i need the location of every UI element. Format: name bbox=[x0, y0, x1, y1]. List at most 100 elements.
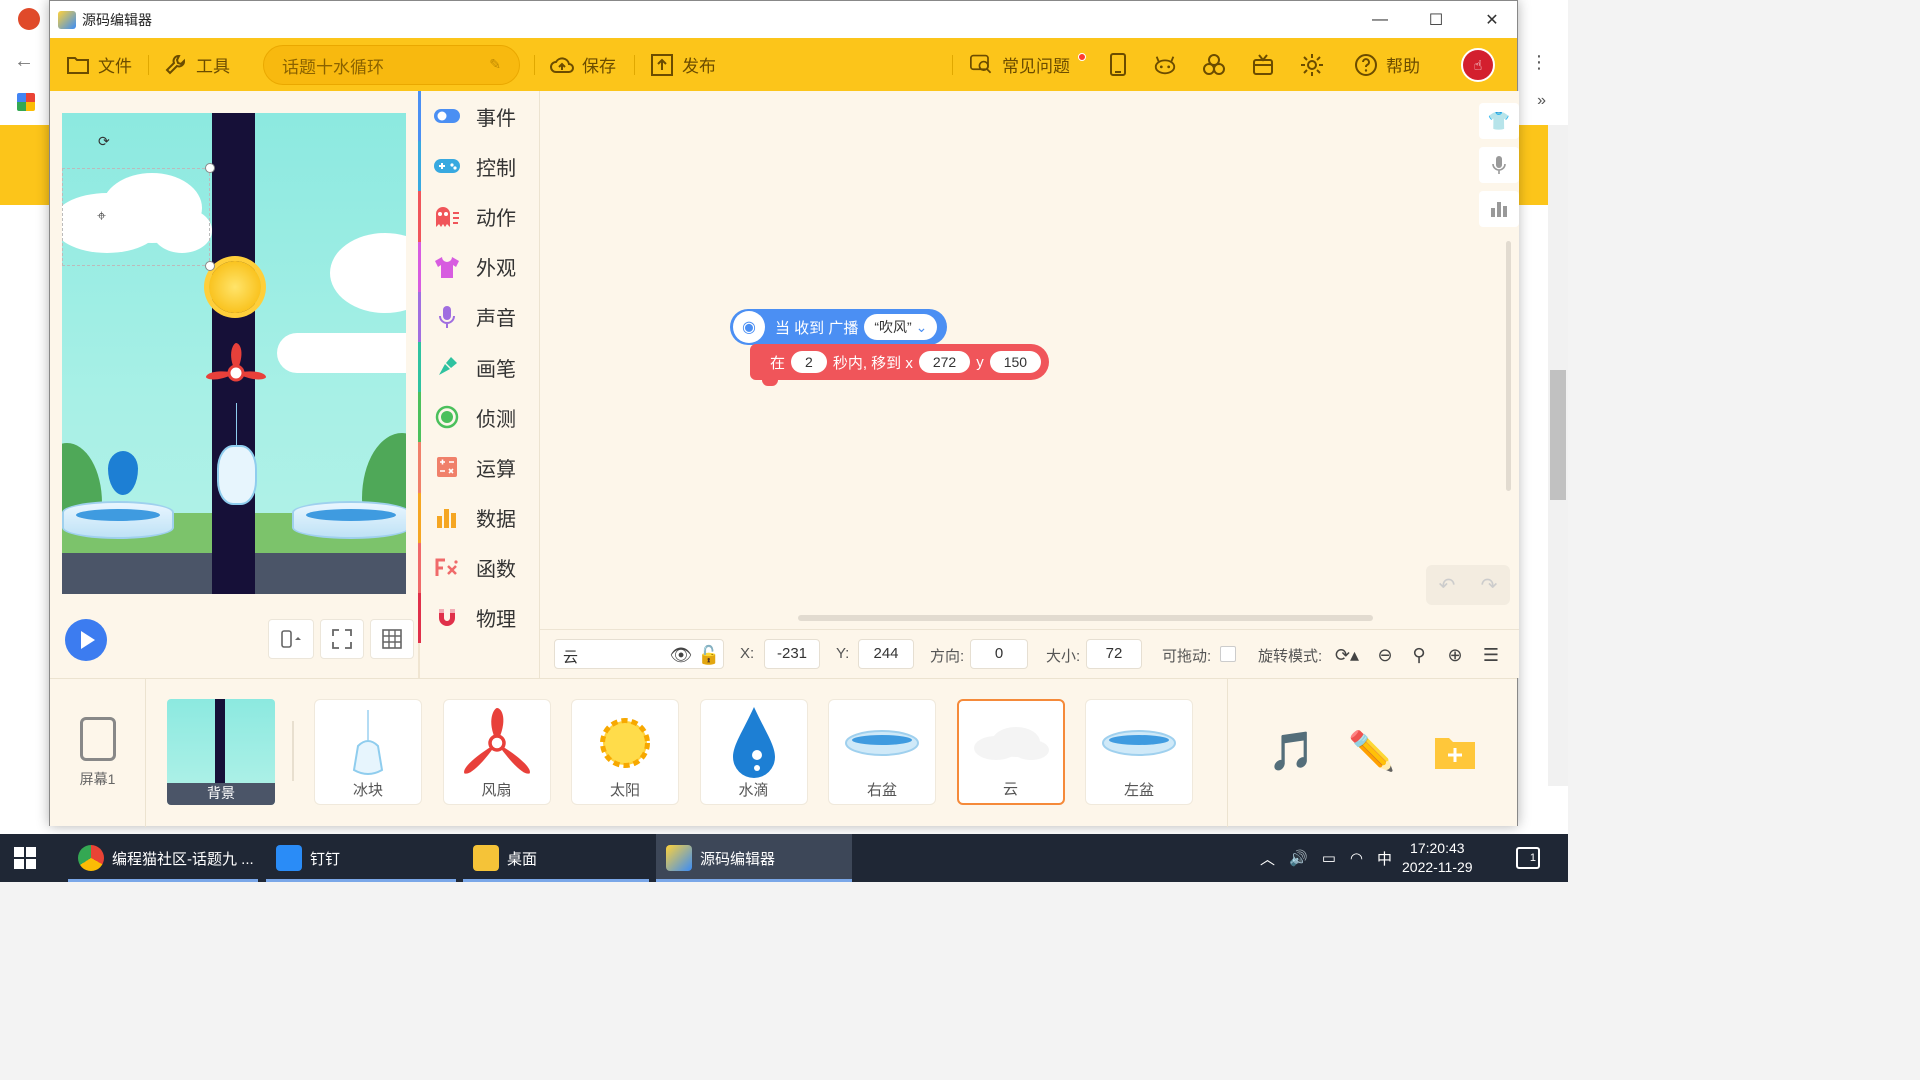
x-field[interactable]: -231 bbox=[764, 639, 820, 669]
more-menu-icon[interactable]: ⋮ bbox=[1530, 52, 1548, 73]
category-7[interactable]: 运算 bbox=[418, 442, 539, 493]
publish-button[interactable]: 发布 bbox=[650, 38, 716, 91]
back-arrow-icon[interactable]: ← bbox=[14, 50, 34, 73]
taskbar-item-3[interactable]: 源码编辑器 bbox=[656, 834, 852, 882]
broadcast-receive-block[interactable]: ◉ 当 收到 广播 “吹风” ⌄ bbox=[730, 309, 948, 345]
rotation-mode-icon[interactable]: ⟳▴ bbox=[1330, 642, 1364, 668]
ice-sprite-card[interactable]: 冰块 bbox=[314, 699, 422, 805]
move-crosshair-icon[interactable]: ⌖ bbox=[97, 208, 106, 226]
battery-icon[interactable]: ▭ bbox=[1322, 849, 1336, 867]
menu-icon[interactable]: ☰ bbox=[1478, 642, 1504, 668]
workspace-vertical-scrollbar[interactable] bbox=[1506, 241, 1511, 491]
chevron-right-icon[interactable]: » bbox=[1537, 92, 1546, 110]
fan-sprite-card[interactable]: 风扇 bbox=[442, 699, 551, 805]
code-workspace[interactable]: ◉ 当 收到 广播 “吹风” ⌄ 在 2 秒内, 移到 x 272 y 150 … bbox=[540, 91, 1519, 629]
minimize-button[interactable]: — bbox=[1352, 1, 1408, 38]
screen-selector[interactable]: 屏幕1 bbox=[50, 679, 146, 827]
help-button[interactable]: 帮助 bbox=[1354, 38, 1420, 91]
resize-handle[interactable] bbox=[205, 261, 215, 271]
fullscreen-button[interactable] bbox=[320, 619, 364, 659]
water-drop-sprite-card[interactable]: 水滴 bbox=[699, 699, 808, 805]
costume-button[interactable]: 👕 bbox=[1479, 103, 1519, 139]
category-6[interactable]: 侦测 bbox=[418, 392, 539, 443]
clock[interactable]: 17:20:43 2022-11-29 bbox=[1402, 839, 1473, 877]
message-dropdown[interactable]: “吹风” ⌄ bbox=[864, 314, 938, 340]
save-button[interactable]: 保存 bbox=[550, 38, 616, 91]
music-asset-button[interactable]: 🎵 bbox=[1267, 727, 1317, 777]
chevron-up-icon[interactable]: ︿ bbox=[1260, 848, 1275, 869]
ice-sprite[interactable] bbox=[217, 445, 257, 505]
notification-center-icon[interactable]: 1 bbox=[1516, 847, 1540, 869]
device-select-button[interactable] bbox=[268, 619, 314, 659]
category-9[interactable]: 函数 bbox=[418, 542, 539, 594]
left-basin-sprite[interactable] bbox=[62, 501, 174, 539]
category-10[interactable]: 物理 bbox=[418, 592, 539, 644]
category-8[interactable]: 数据 bbox=[418, 492, 539, 543]
pencil-icon[interactable]: ✎ bbox=[489, 56, 501, 73]
gift-button[interactable] bbox=[1251, 38, 1275, 91]
extensions-button[interactable] bbox=[1202, 38, 1226, 91]
tools-menu[interactable]: 工具 bbox=[164, 38, 230, 91]
play-button[interactable] bbox=[65, 619, 107, 661]
wifi-icon[interactable]: ◠ bbox=[1350, 849, 1363, 867]
zoom-in-icon[interactable]: ⊕ bbox=[1442, 642, 1468, 668]
close-button[interactable]: ✕ bbox=[1464, 1, 1520, 38]
seconds-input[interactable]: 2 bbox=[791, 351, 827, 373]
sun-sprite[interactable] bbox=[209, 261, 261, 313]
water-drop-sprite[interactable] bbox=[108, 451, 138, 495]
help-circle-icon bbox=[1354, 53, 1378, 77]
settings-button[interactable] bbox=[1300, 38, 1324, 91]
faq-button[interactable]: 常见问题 bbox=[970, 38, 1070, 91]
project-name-field[interactable]: 话题十水循环 ✎ bbox=[263, 45, 520, 85]
y-field[interactable]: 244 bbox=[858, 639, 914, 669]
volume-icon[interactable]: 🔊 bbox=[1289, 849, 1308, 867]
unlock-icon[interactable]: 🔓 bbox=[696, 642, 722, 668]
taskbar-item-0[interactable]: 编程猫社区-话题九 ... bbox=[68, 834, 258, 882]
variables-button[interactable] bbox=[1479, 191, 1519, 227]
apps-icon[interactable] bbox=[17, 93, 35, 111]
device-button[interactable] bbox=[1106, 38, 1130, 91]
user-avatar[interactable]: ☝ bbox=[1461, 48, 1495, 82]
scrollbar-thumb[interactable] bbox=[1550, 370, 1566, 500]
undo-icon[interactable]: ↶ bbox=[1426, 565, 1468, 605]
draggable-checkbox[interactable] bbox=[1220, 646, 1236, 662]
right-basin-sprite-card[interactable]: 右盆 bbox=[828, 699, 936, 805]
category-4[interactable]: 声音 bbox=[418, 291, 539, 343]
y-input[interactable]: 150 bbox=[989, 351, 1042, 373]
resize-handle[interactable] bbox=[205, 163, 215, 173]
glide-to-block[interactable]: 在 2 秒内, 移到 x 272 y 150 bbox=[750, 344, 1050, 386]
sun-sprite-card[interactable]: 太阳 bbox=[571, 699, 679, 805]
category-5[interactable]: 画笔 bbox=[418, 341, 539, 393]
zoom-reset-icon[interactable]: ⚲ bbox=[1406, 642, 1432, 668]
direction-field[interactable]: 0 bbox=[970, 639, 1028, 669]
browser-scrollbar[interactable] bbox=[1548, 125, 1568, 786]
fan-sprite[interactable] bbox=[206, 343, 266, 403]
sound-button[interactable] bbox=[1479, 147, 1519, 183]
right-basin-sprite[interactable] bbox=[292, 501, 406, 539]
zoom-out-icon[interactable]: ⊖ bbox=[1372, 642, 1398, 668]
category-1[interactable]: 控制 bbox=[418, 141, 539, 192]
stage-canvas[interactable]: ⟳ ⌖ bbox=[62, 113, 406, 594]
eye-icon[interactable]: 👁 bbox=[668, 642, 694, 668]
cloud-sprite-card[interactable]: 云 bbox=[956, 699, 1065, 805]
taskbar-item-2[interactable]: 桌面 bbox=[463, 834, 649, 882]
add-folder-button[interactable] bbox=[1430, 727, 1480, 777]
file-menu[interactable]: 文件 bbox=[66, 38, 132, 91]
draw-asset-button[interactable]: ✏️ bbox=[1347, 727, 1397, 777]
character-button[interactable] bbox=[1153, 38, 1177, 91]
x-input[interactable]: 272 bbox=[918, 351, 971, 373]
redo-icon[interactable]: ↷ bbox=[1468, 565, 1510, 605]
grid-button[interactable] bbox=[370, 619, 414, 659]
category-2[interactable]: 动作 bbox=[418, 191, 539, 242]
size-field[interactable]: 72 bbox=[1086, 639, 1142, 669]
windows-start-icon[interactable] bbox=[14, 847, 36, 869]
maximize-button[interactable]: ☐ bbox=[1408, 1, 1464, 38]
workspace-horizontal-scrollbar[interactable] bbox=[798, 615, 1373, 621]
background-thumbnail[interactable]: 背景 bbox=[167, 699, 275, 805]
left-basin-sprite-card[interactable]: 左盆 bbox=[1085, 699, 1193, 805]
category-3[interactable]: 外观 bbox=[418, 241, 539, 292]
category-0[interactable]: 事件 bbox=[418, 91, 539, 142]
rotate-handle-icon[interactable]: ⟳ bbox=[98, 133, 110, 150]
ime-indicator[interactable]: 中 bbox=[1377, 848, 1392, 869]
taskbar-item-1[interactable]: 钉钉 bbox=[266, 834, 456, 882]
